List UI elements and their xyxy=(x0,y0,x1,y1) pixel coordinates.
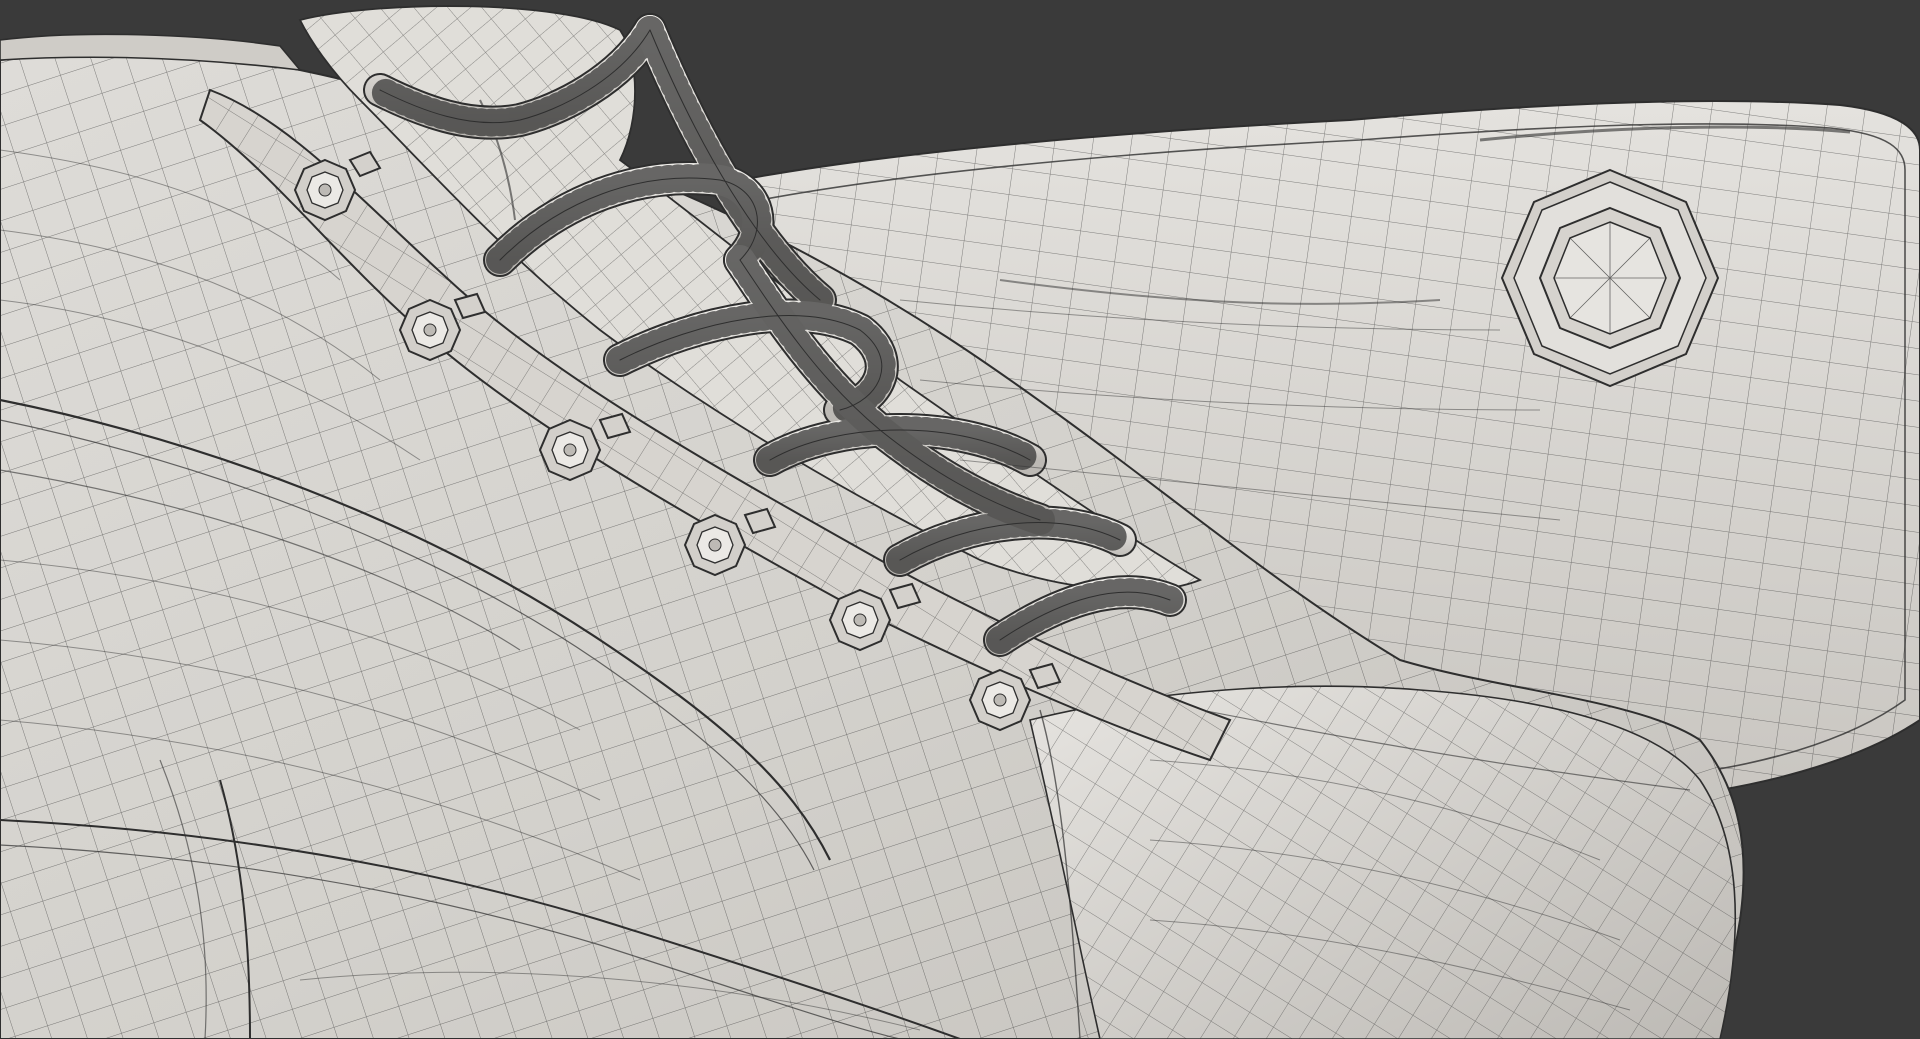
sole-logo xyxy=(1500,168,1720,388)
eyelet xyxy=(293,158,357,222)
eyelet xyxy=(538,418,602,482)
eyelet xyxy=(683,513,747,577)
wireframe-render xyxy=(0,0,1920,1039)
toe-cap xyxy=(1029,685,1737,1039)
eyelet xyxy=(968,668,1032,732)
eyelet xyxy=(398,298,462,362)
render-viewport xyxy=(0,0,1920,1039)
eyelet xyxy=(828,588,892,652)
